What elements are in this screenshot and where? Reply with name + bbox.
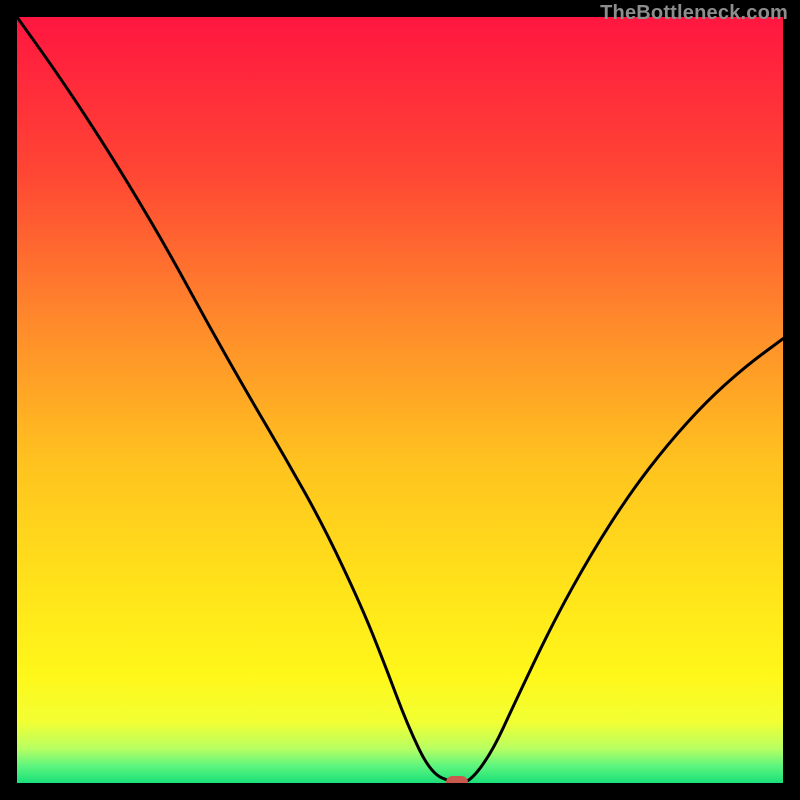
- watermark-text: TheBottleneck.com: [600, 2, 788, 25]
- bottleneck-curve: [17, 17, 783, 783]
- plot-area: [17, 17, 783, 783]
- optimal-point-marker: [446, 776, 468, 784]
- chart-stage: TheBottleneck.com: [0, 0, 800, 800]
